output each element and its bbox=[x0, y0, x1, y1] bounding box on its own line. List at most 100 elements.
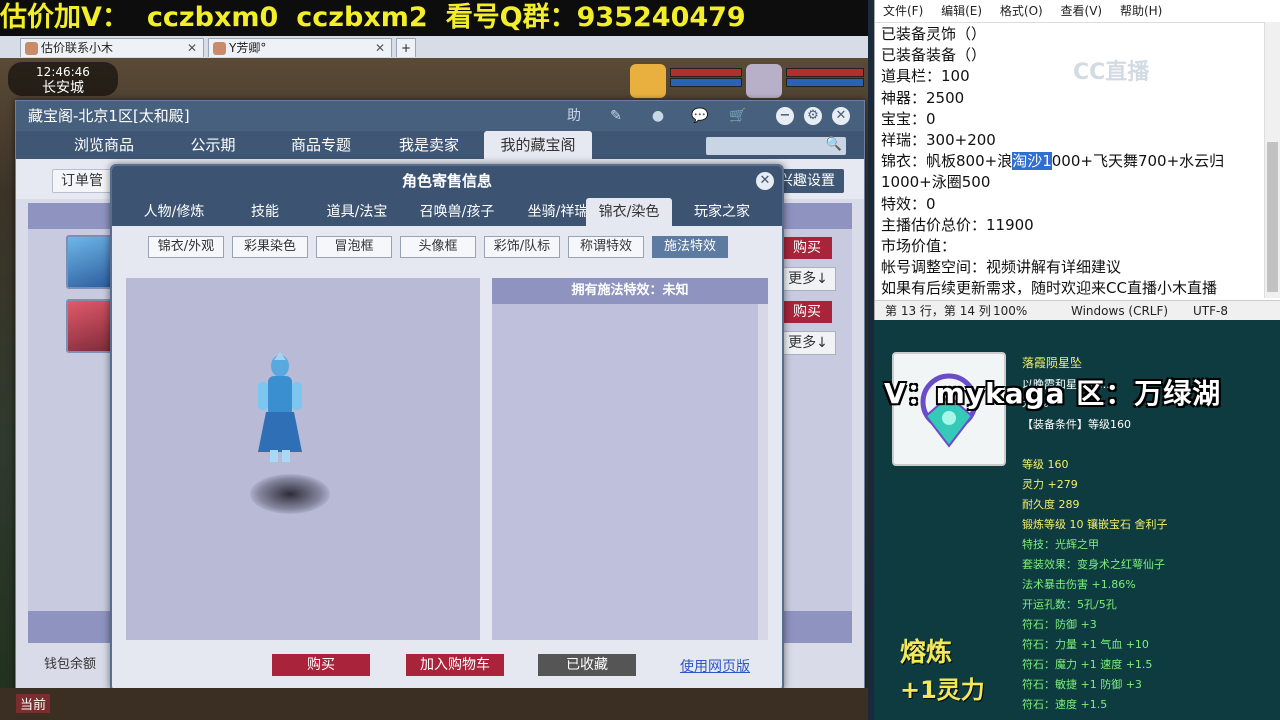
tab-items[interactable]: 道具/法宝 bbox=[310, 198, 404, 226]
scrollbar-thumb[interactable] bbox=[1267, 142, 1278, 292]
scrollbar[interactable] bbox=[1264, 22, 1280, 298]
dialog-tabs: 人物/修炼 技能 道具/法宝 召唤兽/孩子 坐骑/祥瑞 锦衣/染色 玩家之家 bbox=[112, 196, 782, 226]
sub-spell-effect[interactable]: 施法特效 bbox=[652, 236, 728, 258]
line-ending: Windows (CRLF) bbox=[1071, 304, 1169, 318]
tab-costume[interactable]: 锦衣/染色 bbox=[586, 198, 672, 226]
tab-skills[interactable]: 技能 bbox=[226, 198, 304, 226]
tab-topics[interactable]: 商品专题 bbox=[274, 131, 368, 159]
menu-help[interactable]: 帮助(H) bbox=[1120, 4, 1162, 18]
menu-edit[interactable]: 编辑(E) bbox=[941, 4, 982, 18]
note-line: 道具栏：100 bbox=[881, 67, 970, 86]
hp-bar bbox=[670, 68, 742, 77]
note-line: 如果有后续更新需求，随时欢迎来CC直播小木直播 bbox=[881, 279, 1217, 298]
favorited-button[interactable]: 已收藏 bbox=[538, 654, 636, 676]
tab-character[interactable]: 人物/修炼 bbox=[126, 198, 222, 226]
orders-button[interactable]: 订单管 bbox=[52, 169, 112, 193]
browser-tab-1[interactable]: Y芳卿° ✕ bbox=[208, 38, 392, 57]
note-text: 锦衣：帆板800+浪 bbox=[881, 152, 1013, 171]
notepad-window: 文件(F) 编辑(E) 格式(O) 查看(V) 帮助(H) 已装备灵饰（） 已装… bbox=[874, 0, 1280, 321]
buy-button[interactable]: 购买 bbox=[272, 654, 370, 676]
item-stat: 特技：光辉之甲 bbox=[1022, 538, 1099, 551]
banner-text-1: 估价加V： bbox=[0, 2, 129, 33]
encoding: UTF-8 bbox=[1193, 304, 1228, 318]
menu-file[interactable]: 文件(F) bbox=[883, 4, 923, 18]
menu-format[interactable]: 格式(O) bbox=[1000, 4, 1043, 18]
game-clock: 12:46:46 长安城 bbox=[8, 62, 118, 96]
clock-city: 长安城 bbox=[42, 80, 84, 96]
tab-my-cangbaoge[interactable]: 我的藏宝阁 bbox=[484, 131, 592, 159]
character-model bbox=[258, 352, 302, 462]
close-tab-icon[interactable]: ✕ bbox=[375, 39, 385, 58]
item-stat: 等级 160 bbox=[1022, 458, 1069, 471]
tab-seller[interactable]: 我是卖家 bbox=[382, 131, 476, 159]
more-button[interactable]: 更多↓ bbox=[780, 267, 836, 291]
close-button[interactable]: ✕ bbox=[832, 107, 850, 125]
sub-dye[interactable]: 彩果染色 bbox=[232, 236, 308, 258]
tab-browse[interactable]: 浏览商品 bbox=[56, 131, 152, 159]
note-line: 锦衣：帆板800+浪淘沙1000+飞天舞700+水云归 bbox=[881, 151, 1261, 172]
tab-publicity[interactable]: 公示期 bbox=[166, 131, 260, 159]
item-name: 落霞陨星坠 bbox=[1022, 356, 1083, 370]
notepad-text[interactable]: 已装备灵饰（） 已装备装备（） 道具栏：100 神器：2500 宝宝：0 祥瑞：… bbox=[881, 24, 1261, 300]
banner-text-3: cczbxm2 bbox=[296, 2, 428, 33]
search-icon[interactable]: 🔍 bbox=[826, 137, 842, 152]
browser-tab-0[interactable]: 估价联系小木 ✕ bbox=[20, 38, 204, 57]
browser-tab-label: Y芳卿° bbox=[229, 41, 267, 55]
browser-tab-label: 估价联系小木 bbox=[41, 41, 114, 55]
sub-bubble[interactable]: 冒泡框 bbox=[316, 236, 392, 258]
chat-icon[interactable]: 💬 bbox=[690, 107, 710, 125]
item-stat: 符石：魔力 +1 速度 +1.5 bbox=[1022, 658, 1153, 671]
game-taskbar: 当前 bbox=[0, 688, 868, 720]
scrollbar[interactable] bbox=[758, 304, 768, 640]
pet-portrait[interactable] bbox=[630, 64, 666, 98]
help-icon[interactable]: 助 bbox=[564, 107, 584, 125]
settings-button[interactable]: ⚙ bbox=[804, 107, 822, 125]
record-icon[interactable]: ● bbox=[648, 107, 668, 125]
effects-header: 拥有施法特效：未知 bbox=[492, 278, 768, 304]
tab-home[interactable]: 玩家之家 bbox=[678, 198, 766, 226]
current-channel-button[interactable]: 当前 bbox=[16, 694, 51, 713]
avatar[interactable] bbox=[66, 235, 114, 289]
menu-view[interactable]: 查看(V) bbox=[1061, 4, 1103, 18]
note-line: 神器：2500 bbox=[881, 88, 965, 107]
search-input[interactable]: 🔍 bbox=[706, 137, 846, 155]
close-tab-icon[interactable]: ✕ bbox=[187, 39, 197, 58]
add-to-cart-button[interactable]: 加入购物车 bbox=[406, 654, 504, 676]
note-line: 已装备灵饰（） bbox=[881, 25, 987, 43]
sub-title-effect[interactable]: 称谓特效 bbox=[568, 236, 644, 258]
main-nav: 浏览商品 公示期 商品专题 我是卖家 我的藏宝阁 🔍 bbox=[16, 131, 864, 159]
tab-summons[interactable]: 召唤兽/孩子 bbox=[404, 198, 510, 226]
cart-icon[interactable]: 🛒 bbox=[728, 107, 748, 125]
browser-tab-bar: 估价联系小木 ✕ Y芳卿° ✕ + bbox=[0, 36, 868, 59]
avatar[interactable] bbox=[66, 299, 114, 353]
close-icon[interactable]: ✕ bbox=[756, 172, 774, 190]
item-condition: 【装备条件】等级160 bbox=[1022, 418, 1131, 431]
notepad-statusbar: 第 13 行，第 14 列 100% Windows (CRLF) UTF-8 bbox=[875, 300, 1280, 321]
item-stat: 耐久度 289 bbox=[1022, 498, 1080, 511]
clock-time: 12:46:46 bbox=[36, 65, 90, 79]
note-line: 帐号调整空间：视频讲解有详细建议 bbox=[881, 258, 1122, 277]
smelt-label: 熔炼 bbox=[900, 638, 953, 668]
web-version-link[interactable]: 使用网页版 bbox=[680, 656, 750, 676]
role-sale-dialog: 角色寄售信息 ✕ 人物/修炼 技能 道具/法宝 召唤兽/孩子 坐骑/祥瑞 锦衣/… bbox=[110, 164, 784, 692]
buy-button[interactable]: 购买 bbox=[782, 237, 832, 259]
sub-avatar-frame[interactable]: 头像框 bbox=[400, 236, 476, 258]
text-selection: 淘沙1 bbox=[1012, 152, 1052, 171]
cursor-position: 第 13 行，第 14 列 bbox=[885, 304, 991, 318]
more-button[interactable]: 更多↓ bbox=[780, 331, 836, 355]
item-stat: 灵力 +279 bbox=[1022, 478, 1078, 491]
tab-avatar-icon bbox=[213, 42, 226, 55]
zoom-level: 100% bbox=[993, 304, 1028, 318]
new-tab-button[interactable]: + bbox=[396, 38, 416, 57]
player-portrait[interactable] bbox=[746, 64, 782, 98]
item-stat: 符石：速度 +1.5 bbox=[1022, 698, 1108, 711]
mp-bar bbox=[786, 78, 864, 87]
banner-text-2: cczbxm0 bbox=[146, 2, 279, 33]
sub-team-badge[interactable]: 彩饰/队标 bbox=[484, 236, 560, 258]
buy-button[interactable]: 购买 bbox=[782, 301, 832, 323]
sub-costume[interactable]: 锦衣/外观 bbox=[148, 236, 224, 258]
item-stat: 开运孔数：5孔/5孔 bbox=[1022, 598, 1117, 611]
minimize-button[interactable]: − bbox=[776, 107, 794, 125]
edit-icon[interactable]: ✎ bbox=[606, 107, 626, 125]
character-shadow bbox=[250, 474, 330, 514]
